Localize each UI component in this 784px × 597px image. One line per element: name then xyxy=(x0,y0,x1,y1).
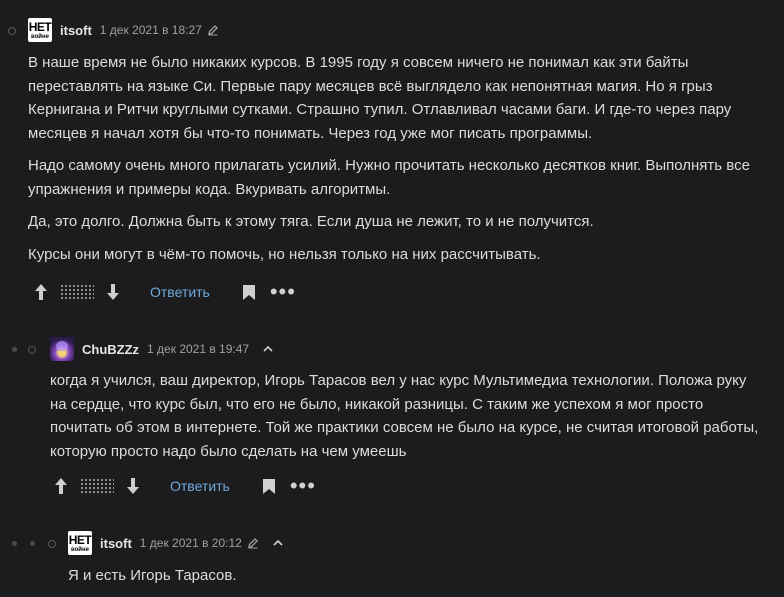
reply-button[interactable]: Ответить xyxy=(170,478,230,494)
thread-dot xyxy=(8,27,16,35)
comment-header: ChuBZZz 1 дек 2021 в 19:47 xyxy=(50,336,275,362)
username[interactable]: itsoft xyxy=(60,23,92,38)
comment-2: ChuBZZz 1 дек 2021 в 19:47 когда я училс… xyxy=(0,320,784,510)
avatar-subtext: войне xyxy=(31,33,49,40)
username[interactable]: itsoft xyxy=(100,536,132,551)
thread-dot xyxy=(12,541,17,546)
comment-1: НЕТ войне itsoft 1 дек 2021 в 18:27 В на… xyxy=(0,0,784,320)
timestamp[interactable]: 1 дек 2021 в 18:27 xyxy=(100,23,202,37)
arrow-down-icon[interactable] xyxy=(124,477,142,495)
comment-actions: Ответить ••• xyxy=(52,474,316,498)
pencil-icon xyxy=(247,538,258,549)
comment-paragraph: Я и есть Игорь Тарасов. xyxy=(68,567,237,584)
timestamp[interactable]: 1 дек 2021 в 19:47 xyxy=(147,342,249,356)
timestamp[interactable]: 1 дек 2021 в 20:12 xyxy=(140,536,242,550)
avatar[interactable]: НЕТ войне xyxy=(28,18,52,42)
more-icon[interactable]: ••• xyxy=(270,281,296,303)
comment-actions: Ответить ••• xyxy=(32,280,296,304)
comment-3: НЕТ войне itsoft 1 дек 2021 в 20:12 Я и … xyxy=(0,510,784,596)
arrow-down-icon[interactable] xyxy=(104,283,122,301)
avatar[interactable] xyxy=(50,337,74,361)
thread-dot xyxy=(28,346,36,354)
reply-button[interactable]: Ответить xyxy=(150,284,210,300)
arrow-up-icon[interactable] xyxy=(32,283,50,301)
comment-paragraph: Да, это долго. Должна быть к этому тяга.… xyxy=(28,213,594,230)
comment-body: В наше время не было никаких курсов. В 1… xyxy=(28,51,758,275)
username[interactable]: ChuBZZz xyxy=(82,342,139,357)
comment-paragraph: Курсы они могут в чём-то помочь, но нель… xyxy=(28,245,541,263)
pencil-icon xyxy=(207,25,218,36)
chevron-up-icon[interactable] xyxy=(271,536,285,550)
comment-paragraph: когда я учился, ваш директор, Игорь Тара… xyxy=(50,372,759,460)
bookmark-icon[interactable] xyxy=(260,477,278,495)
chevron-up-icon[interactable] xyxy=(261,342,275,356)
comment-body: когда я учился, ваш директор, Игорь Тара… xyxy=(50,369,762,472)
bookmark-icon[interactable] xyxy=(240,283,258,301)
vote-score-hidden xyxy=(60,284,94,300)
comment-body: Я и есть Игорь Тарасов. xyxy=(68,564,758,597)
avatar-subtext: войне xyxy=(71,546,89,553)
comment-header: НЕТ войне itsoft 1 дек 2021 в 20:12 xyxy=(68,530,285,556)
avatar-text: НЕТ xyxy=(28,19,52,34)
avatar-text: НЕТ xyxy=(68,532,92,547)
thread-dot xyxy=(48,540,56,548)
comment-paragraph: Надо самому очень много прилагать усилий… xyxy=(28,157,750,198)
arrow-up-icon[interactable] xyxy=(52,477,70,495)
thread-dot xyxy=(30,541,35,546)
vote-score-hidden xyxy=(80,478,114,494)
more-icon[interactable]: ••• xyxy=(290,475,316,497)
comment-paragraph: В наше время не было никаких курсов. В 1… xyxy=(28,54,732,142)
thread-dot xyxy=(12,347,17,352)
avatar[interactable]: НЕТ войне xyxy=(68,531,92,555)
comment-header: НЕТ войне itsoft 1 дек 2021 в 18:27 xyxy=(28,17,219,43)
